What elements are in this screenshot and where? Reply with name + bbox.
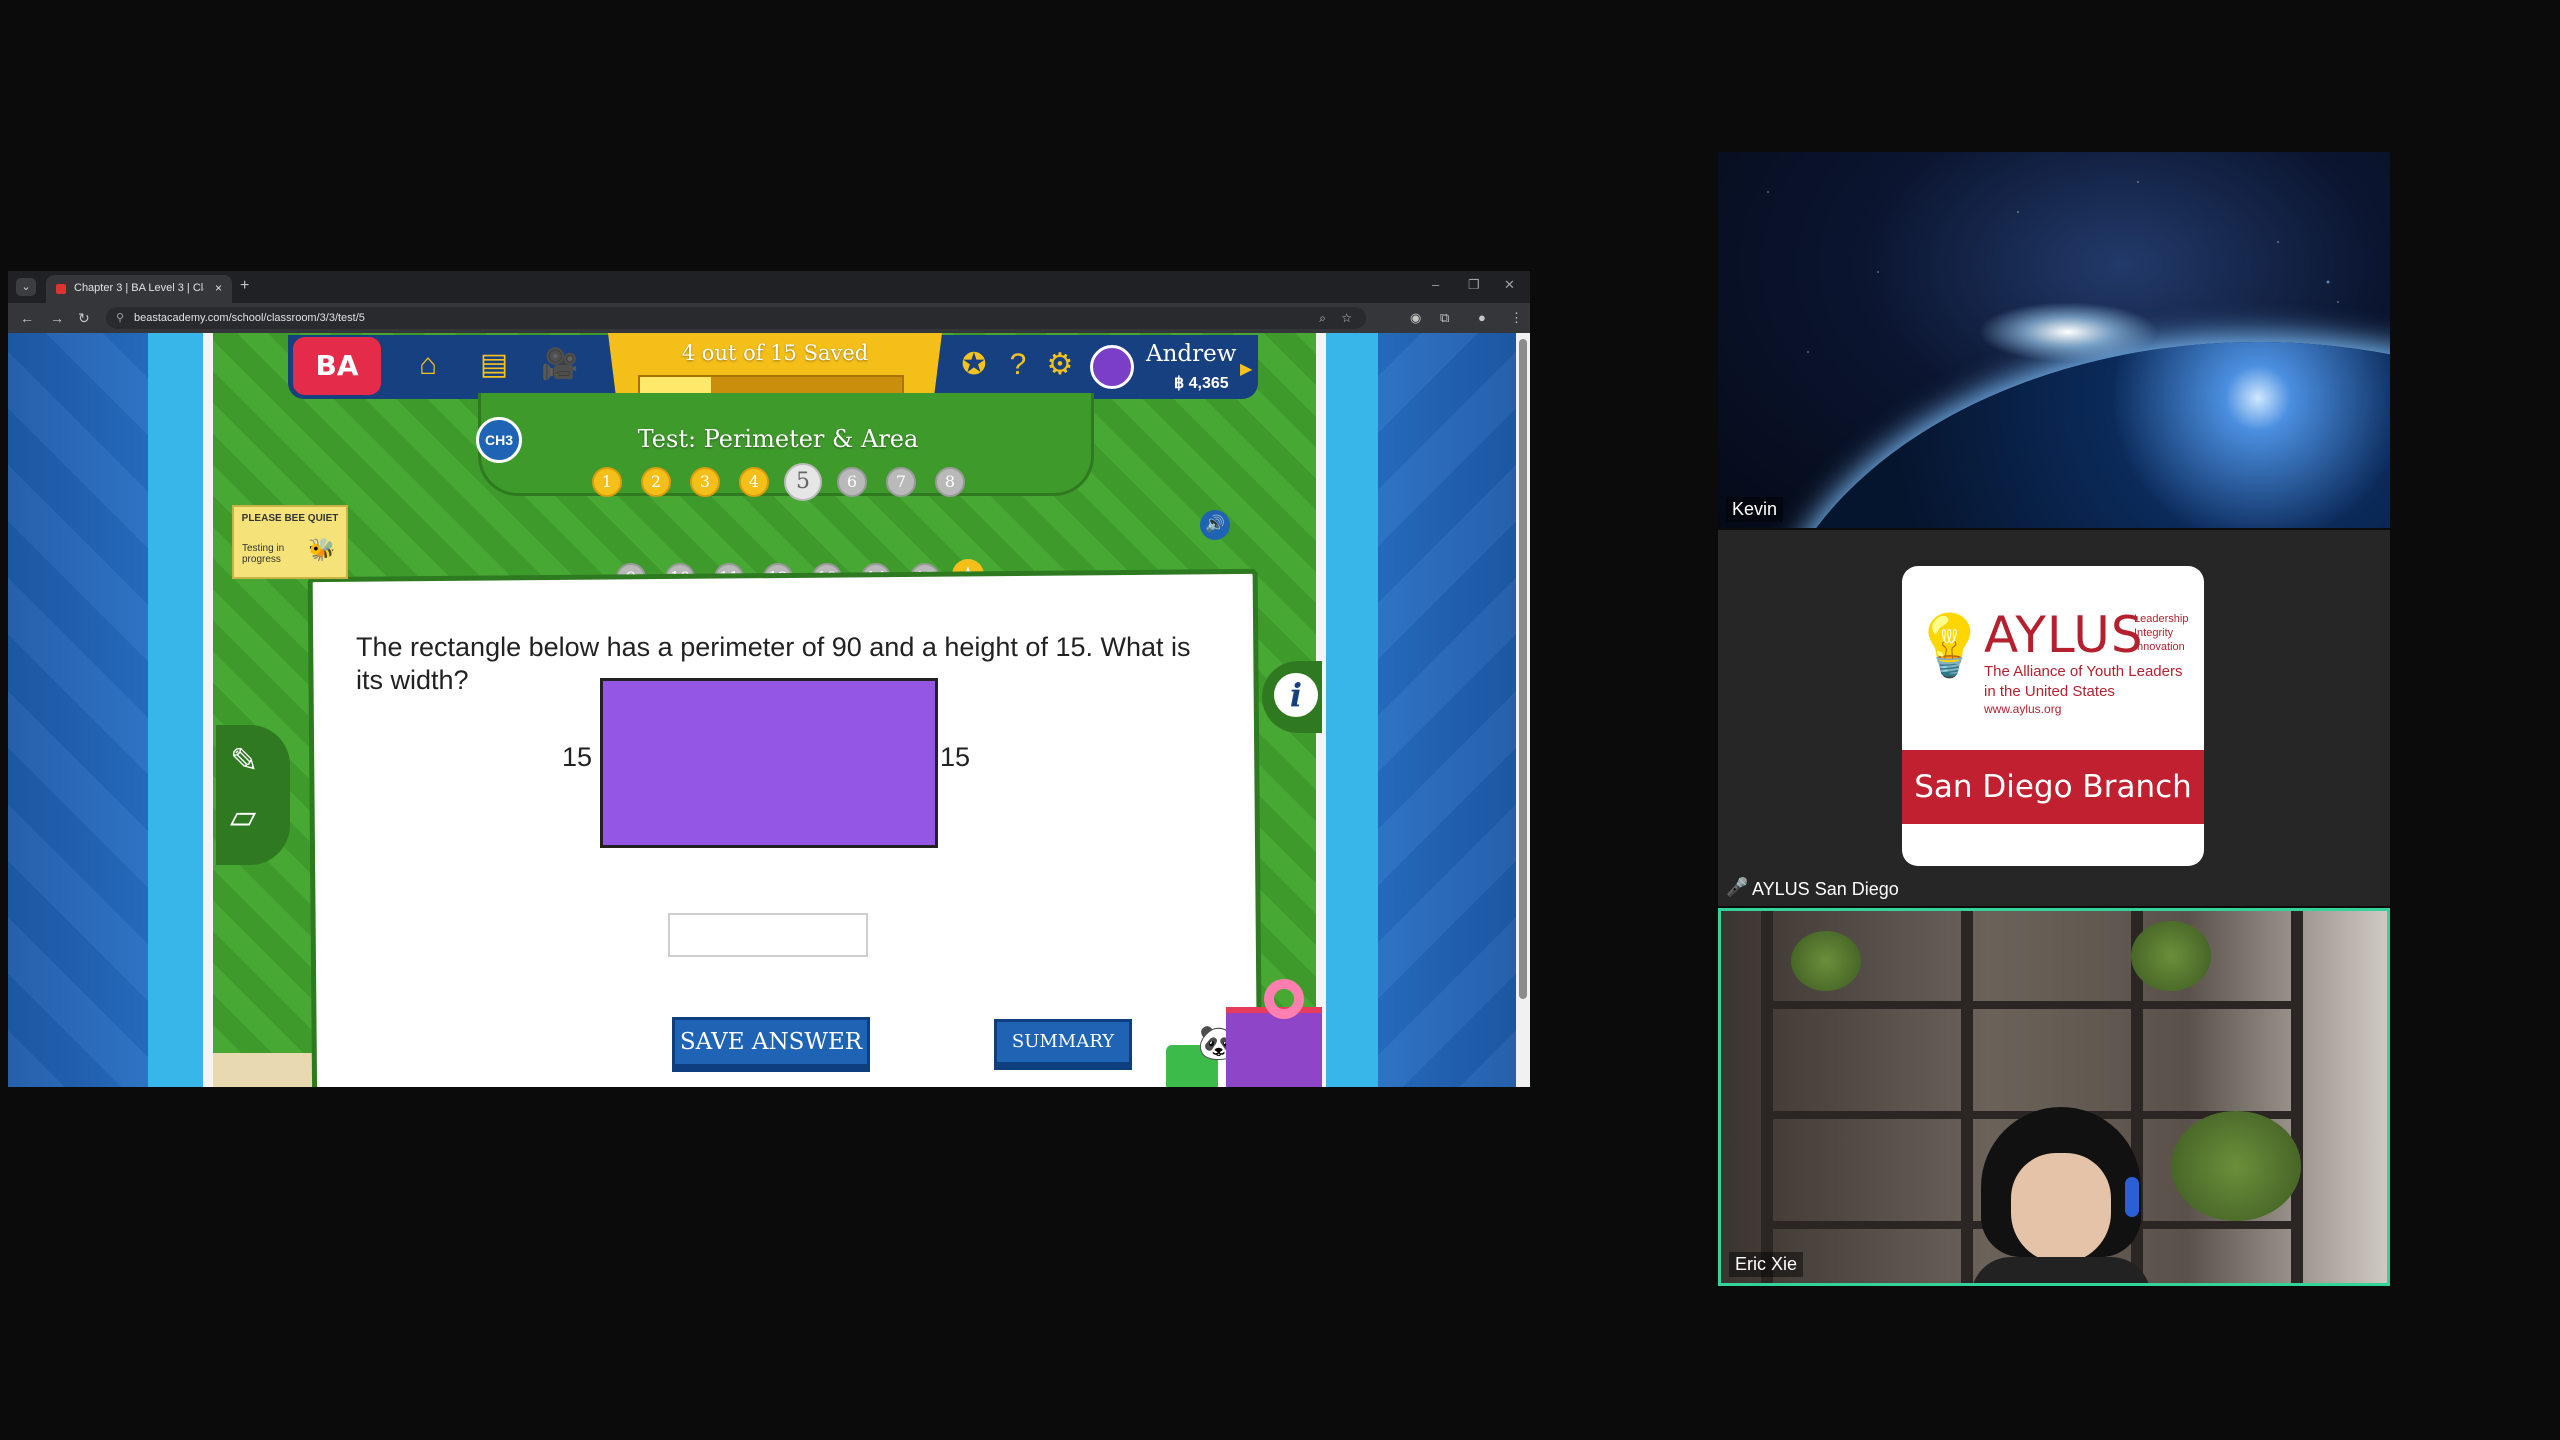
shelf-post	[1761, 911, 1773, 1283]
new-tab-button[interactable]: +	[240, 277, 249, 295]
purple-rectangle	[600, 678, 938, 848]
award-ribbon-icon[interactable]: ✪	[952, 343, 996, 387]
shelf	[1761, 1001, 2301, 1009]
headset-icon	[2125, 1177, 2139, 1217]
test-title: Test: Perimeter & Area	[637, 425, 919, 453]
video-tile-aylus[interactable]: 💡 AYLUS Leadership Integrity Innovation …	[1718, 530, 2390, 906]
sign-title: PLEASE BEE QUIET	[241, 513, 339, 524]
game-viewport: BA ⌂ ▤ 🎥 4 out of 15 Saved ✪ ? ⚙ Andrew …	[8, 333, 1530, 1087]
summary-button[interactable]: SUMMARY	[994, 1019, 1132, 1065]
lightbulb-logo-icon: 💡	[1912, 612, 1987, 679]
rectangle-right-label: 15	[940, 742, 971, 772]
minimize-icon[interactable]: –	[1432, 277, 1439, 292]
beast-academy-logo[interactable]: BA	[293, 337, 381, 395]
browser-menu-icon[interactable]: ⋮	[1510, 310, 1523, 326]
value-integrity: Integrity	[2134, 627, 2174, 639]
video-camera-icon[interactable]: 🎥	[538, 343, 582, 387]
toolbar: ← → ↻ ⚲ beastacademy.com/school/classroo…	[8, 303, 1530, 333]
help-icon[interactable]: ?	[996, 343, 1040, 387]
donut-decoration	[1264, 979, 1304, 1019]
aylus-subtitle: The Alliance of Youth Leaders in the Uni…	[1984, 662, 2183, 702]
book-icon[interactable]: ▤	[472, 343, 516, 387]
left-wall	[203, 333, 213, 1087]
scrollbar-thumb[interactable]	[1519, 339, 1527, 999]
question-dot-5[interactable]: 5	[784, 463, 822, 501]
zoom-icon[interactable]: ⌕	[1319, 307, 1326, 329]
extensions-puzzle-icon[interactable]: ⧉	[1440, 310, 1449, 326]
participant-video	[1971, 1107, 2151, 1283]
plant-decoration	[2131, 921, 2211, 991]
tab-search-button[interactable]: ⌄	[16, 278, 36, 296]
shared-browser-window: ⌄ Chapter 3 | BA Level 3 | Classro × + –…	[8, 271, 1530, 1087]
shoulders	[1971, 1257, 2151, 1283]
video-tile-eric[interactable]: Eric Xie	[1718, 908, 2390, 1286]
info-button[interactable]: i	[1274, 673, 1318, 717]
extension-icon[interactable]: ◉	[1410, 310, 1421, 326]
subtitle-line-2: in the United States	[1984, 683, 2115, 700]
save-answer-button[interactable]: SAVE ANSWER	[672, 1017, 870, 1067]
left-curtain	[148, 333, 203, 1087]
close-window-icon[interactable]: ✕	[1504, 277, 1515, 293]
participant-name: AYLUS San Diego	[1752, 879, 1899, 899]
page-scrollbar[interactable]	[1516, 333, 1530, 1087]
aylus-wordmark: AYLUS	[1984, 606, 2144, 664]
answer-input[interactable]	[668, 913, 868, 957]
question-dot-1[interactable]: 1	[592, 467, 622, 497]
user-avatar[interactable]	[1090, 345, 1134, 389]
participant-name: Kevin	[1726, 497, 1784, 522]
speaker-icon[interactable]: 🔊	[1200, 510, 1230, 540]
branch-banner: San Diego Branch	[1902, 750, 2204, 824]
right-curtain	[1326, 333, 1378, 1087]
pencil-cup-decoration	[1226, 1007, 1322, 1087]
tab-bar: ⌄ Chapter 3 | BA Level 3 | Classro × + –…	[8, 271, 1530, 303]
face	[2011, 1153, 2111, 1263]
question-dot-4[interactable]: 4	[739, 467, 769, 497]
aylus-website: www.aylus.org	[1984, 702, 2062, 716]
user-bucks: ฿ 4,365	[1174, 375, 1229, 392]
bee-quiet-sign: PLEASE BEE QUIET Testing in progress 🐝	[232, 505, 348, 579]
pencil-icon[interactable]: ✎	[230, 741, 259, 781]
aylus-values: Leadership Integrity Innovation	[2134, 612, 2188, 654]
sunrise-glow	[1978, 302, 2158, 362]
muted-mic-icon: 🎤	[1726, 877, 1749, 897]
user-menu-arrow-icon[interactable]: ▶	[1240, 359, 1252, 379]
video-tile-kevin[interactable]: Kevin	[1718, 152, 2390, 528]
tab-title: Chapter 3 | BA Level 3 | Classro	[74, 282, 204, 294]
user-name[interactable]: Andrew	[1146, 341, 1236, 367]
question-dot-8[interactable]: 8	[935, 467, 965, 497]
shelf-post	[1961, 911, 1973, 1283]
plant-decoration	[1791, 931, 1861, 991]
chapter-badge[interactable]: CH3	[476, 417, 522, 463]
close-tab-icon[interactable]: ×	[215, 281, 222, 295]
plant-decoration	[2171, 1111, 2301, 1221]
reload-icon[interactable]: ↻	[78, 310, 90, 327]
url-text: beastacademy.com/school/classroom/3/3/te…	[134, 312, 365, 324]
browser-tab[interactable]: Chapter 3 | BA Level 3 | Classro ×	[46, 275, 232, 303]
question-dot-7[interactable]: 7	[886, 467, 916, 497]
bookmark-star-icon[interactable]: ☆	[1341, 307, 1352, 329]
restore-icon[interactable]: ❐	[1468, 277, 1480, 293]
question-dot-3[interactable]: 3	[690, 467, 720, 497]
forward-icon[interactable]: →	[50, 310, 64, 326]
value-leadership: Leadership	[2134, 613, 2189, 625]
sign-subtitle: Testing in progress	[242, 543, 285, 565]
back-icon[interactable]: ←	[20, 310, 34, 326]
participant-name: Eric Xie	[1729, 1252, 1804, 1277]
home-icon[interactable]: ⌂	[406, 343, 450, 387]
value-innovation: Innovation	[2134, 641, 2185, 653]
eraser-icon[interactable]: ▱	[230, 797, 256, 837]
shelf-post	[2291, 911, 2303, 1283]
site-favicon-icon	[56, 284, 66, 294]
bee-icon: 🐝	[308, 537, 336, 562]
saved-count: 4 out of 15 Saved	[681, 341, 869, 365]
subtitle-line-1: The Alliance of Youth Leaders	[1984, 663, 2183, 680]
rectangle-left-label: 15	[562, 742, 593, 772]
question-dot-6[interactable]: 6	[837, 467, 867, 497]
aylus-logo-card: 💡 AYLUS Leadership Integrity Innovation …	[1902, 566, 2204, 866]
settings-gear-icon[interactable]: ⚙	[1038, 343, 1082, 387]
profile-avatar[interactable]: ●	[1478, 310, 1486, 325]
question-dot-2[interactable]: 2	[641, 467, 671, 497]
address-bar[interactable]: ⚲ beastacademy.com/school/classroom/3/3/…	[106, 307, 1366, 329]
site-info-icon[interactable]: ⚲	[116, 307, 124, 329]
